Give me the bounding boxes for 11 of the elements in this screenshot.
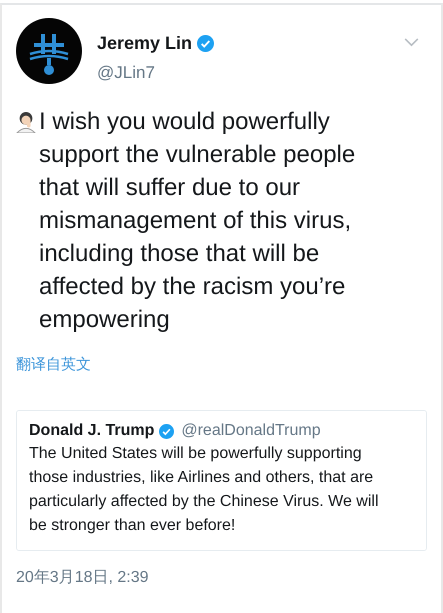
quoted-tweet-card[interactable] xyxy=(16,410,427,551)
avatar-logo-icon[interactable] xyxy=(16,18,82,84)
tweet-timestamp: 20年3月18日, 2:39 xyxy=(16,568,150,588)
author-name[interactable]: Jeremy Lin xyxy=(97,33,192,54)
quoted-tweet-text: The United States will be powerfully supporting those industries, like Airlines and others, that are particularly affected by the Chinese Virus. We will be stronger than ever before! xyxy=(29,444,380,536)
translate-link[interactable]: 翻译自英文 xyxy=(16,355,91,374)
person-emoji-icon xyxy=(16,111,36,133)
tweet-text: I wish you would powerfully support the vulnerable people that will suffer due to our mismanagement of this virus, including those that will be affected by the racism you’re empowering xyxy=(39,107,356,335)
quoted-author-name: Donald J. Trump xyxy=(29,422,154,440)
author-handle[interactable]: @JLin7 xyxy=(97,63,404,83)
quoted-author-handle: @realDonaldTrump xyxy=(181,422,321,440)
